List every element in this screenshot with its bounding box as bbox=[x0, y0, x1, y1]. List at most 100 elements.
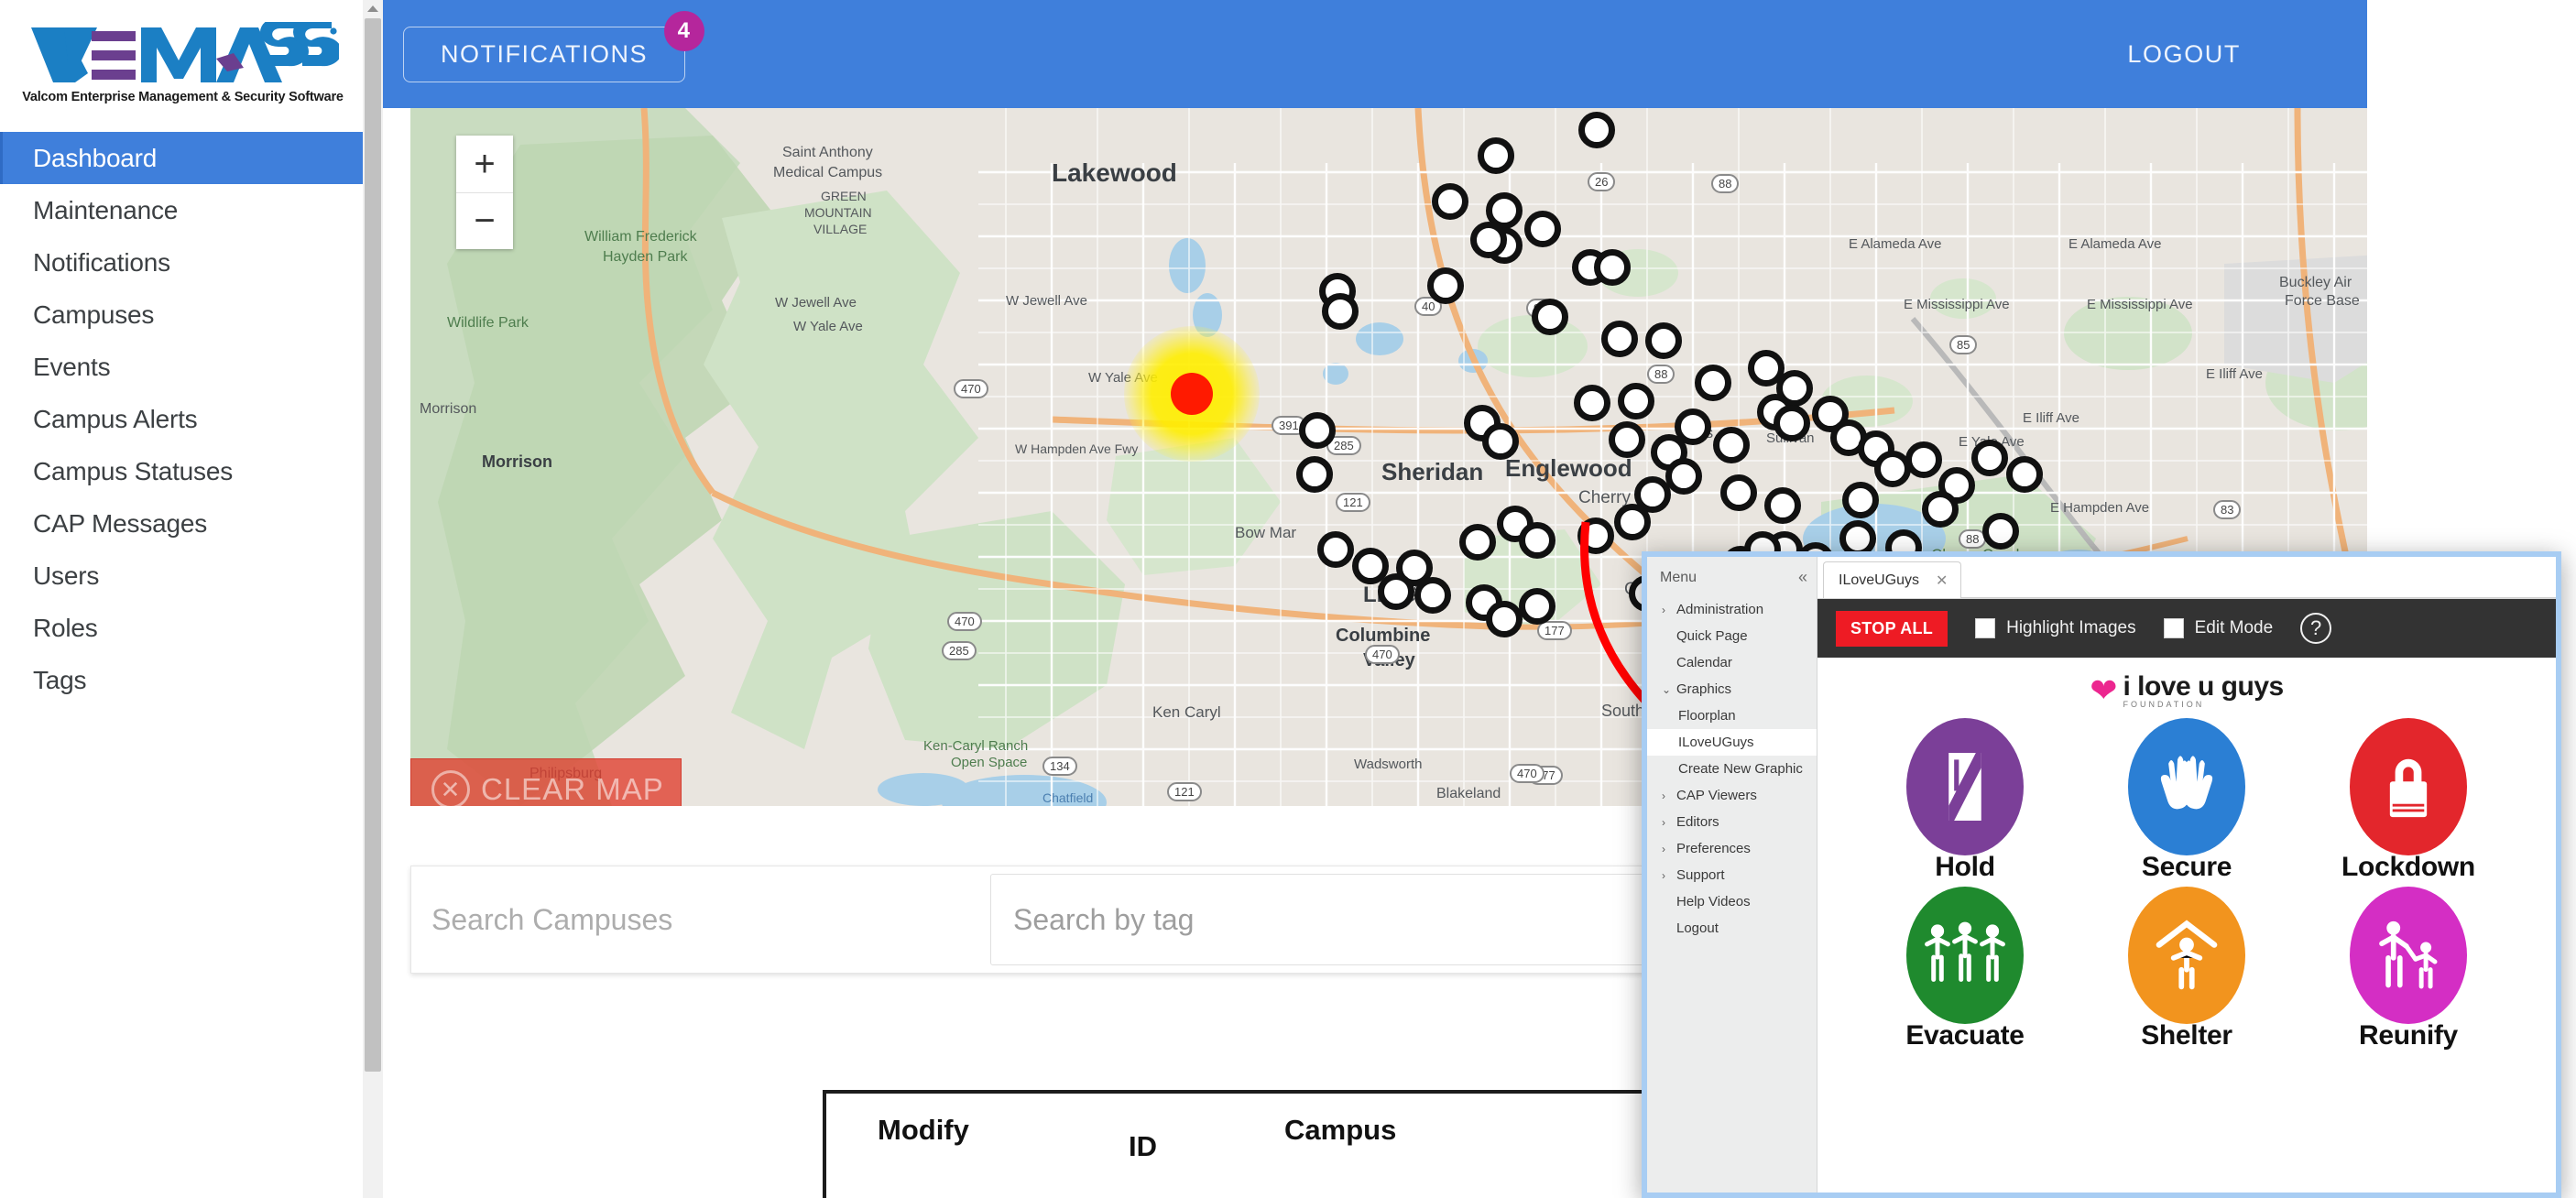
sidebar-item-events[interactable]: Events bbox=[0, 341, 366, 393]
popup-menu-item-floorplan[interactable]: Floorplan bbox=[1647, 702, 1817, 729]
highlight-images-checkbox-group[interactable]: Highlight Images bbox=[1975, 618, 2136, 638]
tab-iloveuguys[interactable]: ILoveUGuys ✕ bbox=[1823, 561, 1962, 598]
stop-all-button[interactable]: STOP ALL bbox=[1836, 610, 1948, 647]
action-shelter[interactable]: Shelter bbox=[2076, 887, 2298, 1051]
map-marker[interactable] bbox=[1296, 456, 1333, 493]
map-marker[interactable] bbox=[2006, 456, 2043, 493]
page-scrollbar[interactable] bbox=[363, 0, 383, 1198]
popup-menu-item-cap-viewers[interactable]: › CAP Viewers bbox=[1647, 782, 1817, 809]
column-header-id[interactable]: ID bbox=[1129, 1114, 1284, 1163]
map-marker[interactable] bbox=[1594, 249, 1631, 286]
popup-menu-item-graphics[interactable]: ⌄ Graphics bbox=[1647, 676, 1817, 702]
zoom-out-button[interactable]: − bbox=[456, 192, 513, 249]
sidebar-item-roles[interactable]: Roles bbox=[0, 602, 366, 654]
map-marker[interactable] bbox=[1695, 365, 1731, 401]
map-marker[interactable] bbox=[1842, 482, 1879, 518]
iloveuguys-popup-window[interactable]: Menu « › Administration Quick Page Calendar… bbox=[1642, 551, 2561, 1198]
sidebar-item-campuses[interactable]: Campuses bbox=[0, 289, 366, 341]
popup-menu-item-logout[interactable]: Logout bbox=[1647, 915, 1817, 942]
popup-menu-item-label: Administration bbox=[1676, 602, 1764, 617]
map-marker[interactable] bbox=[1971, 440, 2008, 476]
column-header-modify[interactable]: Modify bbox=[826, 1114, 1129, 1147]
map-marker[interactable] bbox=[1317, 531, 1354, 568]
map-marker[interactable] bbox=[1720, 474, 1757, 511]
edit-mode-checkbox[interactable] bbox=[2163, 618, 2184, 638]
map-marker[interactable] bbox=[1482, 423, 1519, 460]
map-marker[interactable] bbox=[1414, 577, 1451, 614]
scrollbar-thumb[interactable] bbox=[365, 18, 381, 1072]
map-marker[interactable] bbox=[1665, 458, 1702, 495]
map-marker[interactable] bbox=[1519, 588, 1555, 625]
close-icon[interactable]: ✕ bbox=[1936, 572, 1948, 590]
edit-mode-checkbox-group[interactable]: Edit Mode bbox=[2163, 618, 2273, 638]
map-marker[interactable] bbox=[1577, 517, 1614, 554]
chevron-up-icon bbox=[367, 5, 378, 12]
map-marker[interactable] bbox=[1609, 421, 1645, 458]
sidebar-item-campus-statuses[interactable]: Campus Statuses bbox=[0, 445, 366, 497]
map-marker[interactable] bbox=[1618, 383, 1654, 419]
popup-menu-item-iloveuguys[interactable]: ILoveUGuys bbox=[1647, 729, 1817, 756]
action-lockdown[interactable]: Lockdown bbox=[2298, 718, 2519, 883]
clear-map-button[interactable]: ✕ CLEAR MAP bbox=[410, 758, 682, 806]
sidebar-item-tags[interactable]: Tags bbox=[0, 654, 366, 706]
map-marker[interactable] bbox=[1905, 441, 1942, 478]
popup-menu-item-preferences[interactable]: › Preferences bbox=[1647, 835, 1817, 862]
map-marker[interactable] bbox=[1574, 385, 1610, 421]
map-marker[interactable] bbox=[1982, 513, 2019, 550]
map-marker[interactable] bbox=[1578, 112, 1615, 148]
help-icon[interactable]: ? bbox=[2300, 613, 2332, 644]
map-marker[interactable] bbox=[1322, 293, 1359, 330]
selected-campus-marker[interactable] bbox=[1171, 373, 1213, 415]
action-evacuate[interactable]: Evacuate bbox=[1854, 887, 2076, 1051]
map-marker[interactable] bbox=[1645, 322, 1682, 359]
map-marker[interactable] bbox=[1713, 427, 1750, 463]
map-marker[interactable] bbox=[1378, 573, 1414, 610]
map-marker[interactable] bbox=[1922, 491, 1959, 528]
chevron-right-icon: › bbox=[1662, 815, 1665, 829]
scroll-up-button[interactable] bbox=[363, 0, 383, 16]
popup-menu-item-create-new-graphic[interactable]: Create New Graphic bbox=[1647, 756, 1817, 782]
map-marker[interactable] bbox=[1459, 524, 1496, 561]
collapse-menu-icon[interactable]: « bbox=[1798, 568, 1807, 587]
popup-menu-item-label: Quick Page bbox=[1676, 628, 1748, 644]
popup-menu-item-administration[interactable]: › Administration bbox=[1647, 596, 1817, 623]
map-marker[interactable] bbox=[1764, 487, 1801, 524]
notifications-button[interactable]: NOTIFICATIONS 4 bbox=[403, 10, 704, 82]
popup-menu-item-support[interactable]: › Support bbox=[1647, 862, 1817, 888]
map-marker[interactable] bbox=[1524, 211, 1561, 247]
sidebar-item-maintenance[interactable]: Maintenance bbox=[0, 184, 366, 236]
action-reunify[interactable]: Reunify bbox=[2298, 887, 2519, 1051]
map-marker[interactable] bbox=[1675, 408, 1711, 445]
action-hold[interactable]: Hold bbox=[1854, 718, 2076, 883]
sidebar-item-users[interactable]: Users bbox=[0, 550, 366, 602]
highlight-images-checkbox[interactable] bbox=[1975, 618, 1996, 638]
zoom-in-button[interactable]: + bbox=[456, 136, 513, 192]
logout-button[interactable]: LOGOUT bbox=[2127, 40, 2241, 69]
map-marker[interactable] bbox=[1532, 299, 1568, 335]
map-marker[interactable] bbox=[1470, 222, 1507, 258]
popup-menu-item-help-videos[interactable]: Help Videos bbox=[1647, 888, 1817, 915]
map-marker[interactable] bbox=[1601, 321, 1638, 357]
map-marker[interactable] bbox=[1774, 405, 1810, 441]
map-marker[interactable] bbox=[1432, 183, 1468, 220]
map-marker[interactable] bbox=[1874, 451, 1911, 487]
map-marker[interactable] bbox=[1299, 412, 1336, 449]
map-marker[interactable] bbox=[1486, 601, 1523, 637]
popup-menu-item-label: Help Videos bbox=[1676, 894, 1751, 909]
sidebar-item-cap-messages[interactable]: CAP Messages bbox=[0, 497, 366, 550]
sidebar-item-dashboard[interactable]: Dashboard bbox=[0, 132, 366, 184]
map-marker[interactable] bbox=[1427, 267, 1464, 304]
search-campuses-input[interactable] bbox=[431, 883, 944, 956]
map-marker[interactable] bbox=[1519, 522, 1555, 559]
map-marker[interactable] bbox=[1478, 137, 1514, 174]
sidebar-item-notifications[interactable]: Notifications bbox=[0, 236, 366, 289]
sidebar-item-label: CAP Messages bbox=[33, 508, 208, 538]
map-marker[interactable] bbox=[1614, 504, 1651, 540]
map-zoom-controls[interactable]: + − bbox=[456, 136, 513, 249]
popup-menu-item-quick-page[interactable]: Quick Page bbox=[1647, 623, 1817, 649]
popup-menu-item-editors[interactable]: › Editors bbox=[1647, 809, 1817, 835]
action-secure[interactable]: Secure bbox=[2076, 718, 2298, 883]
popup-menu-item-calendar[interactable]: Calendar bbox=[1647, 649, 1817, 676]
sidebar-item-campus-alerts[interactable]: Campus Alerts bbox=[0, 393, 366, 445]
column-header-campus[interactable]: Campus bbox=[1284, 1114, 1678, 1147]
